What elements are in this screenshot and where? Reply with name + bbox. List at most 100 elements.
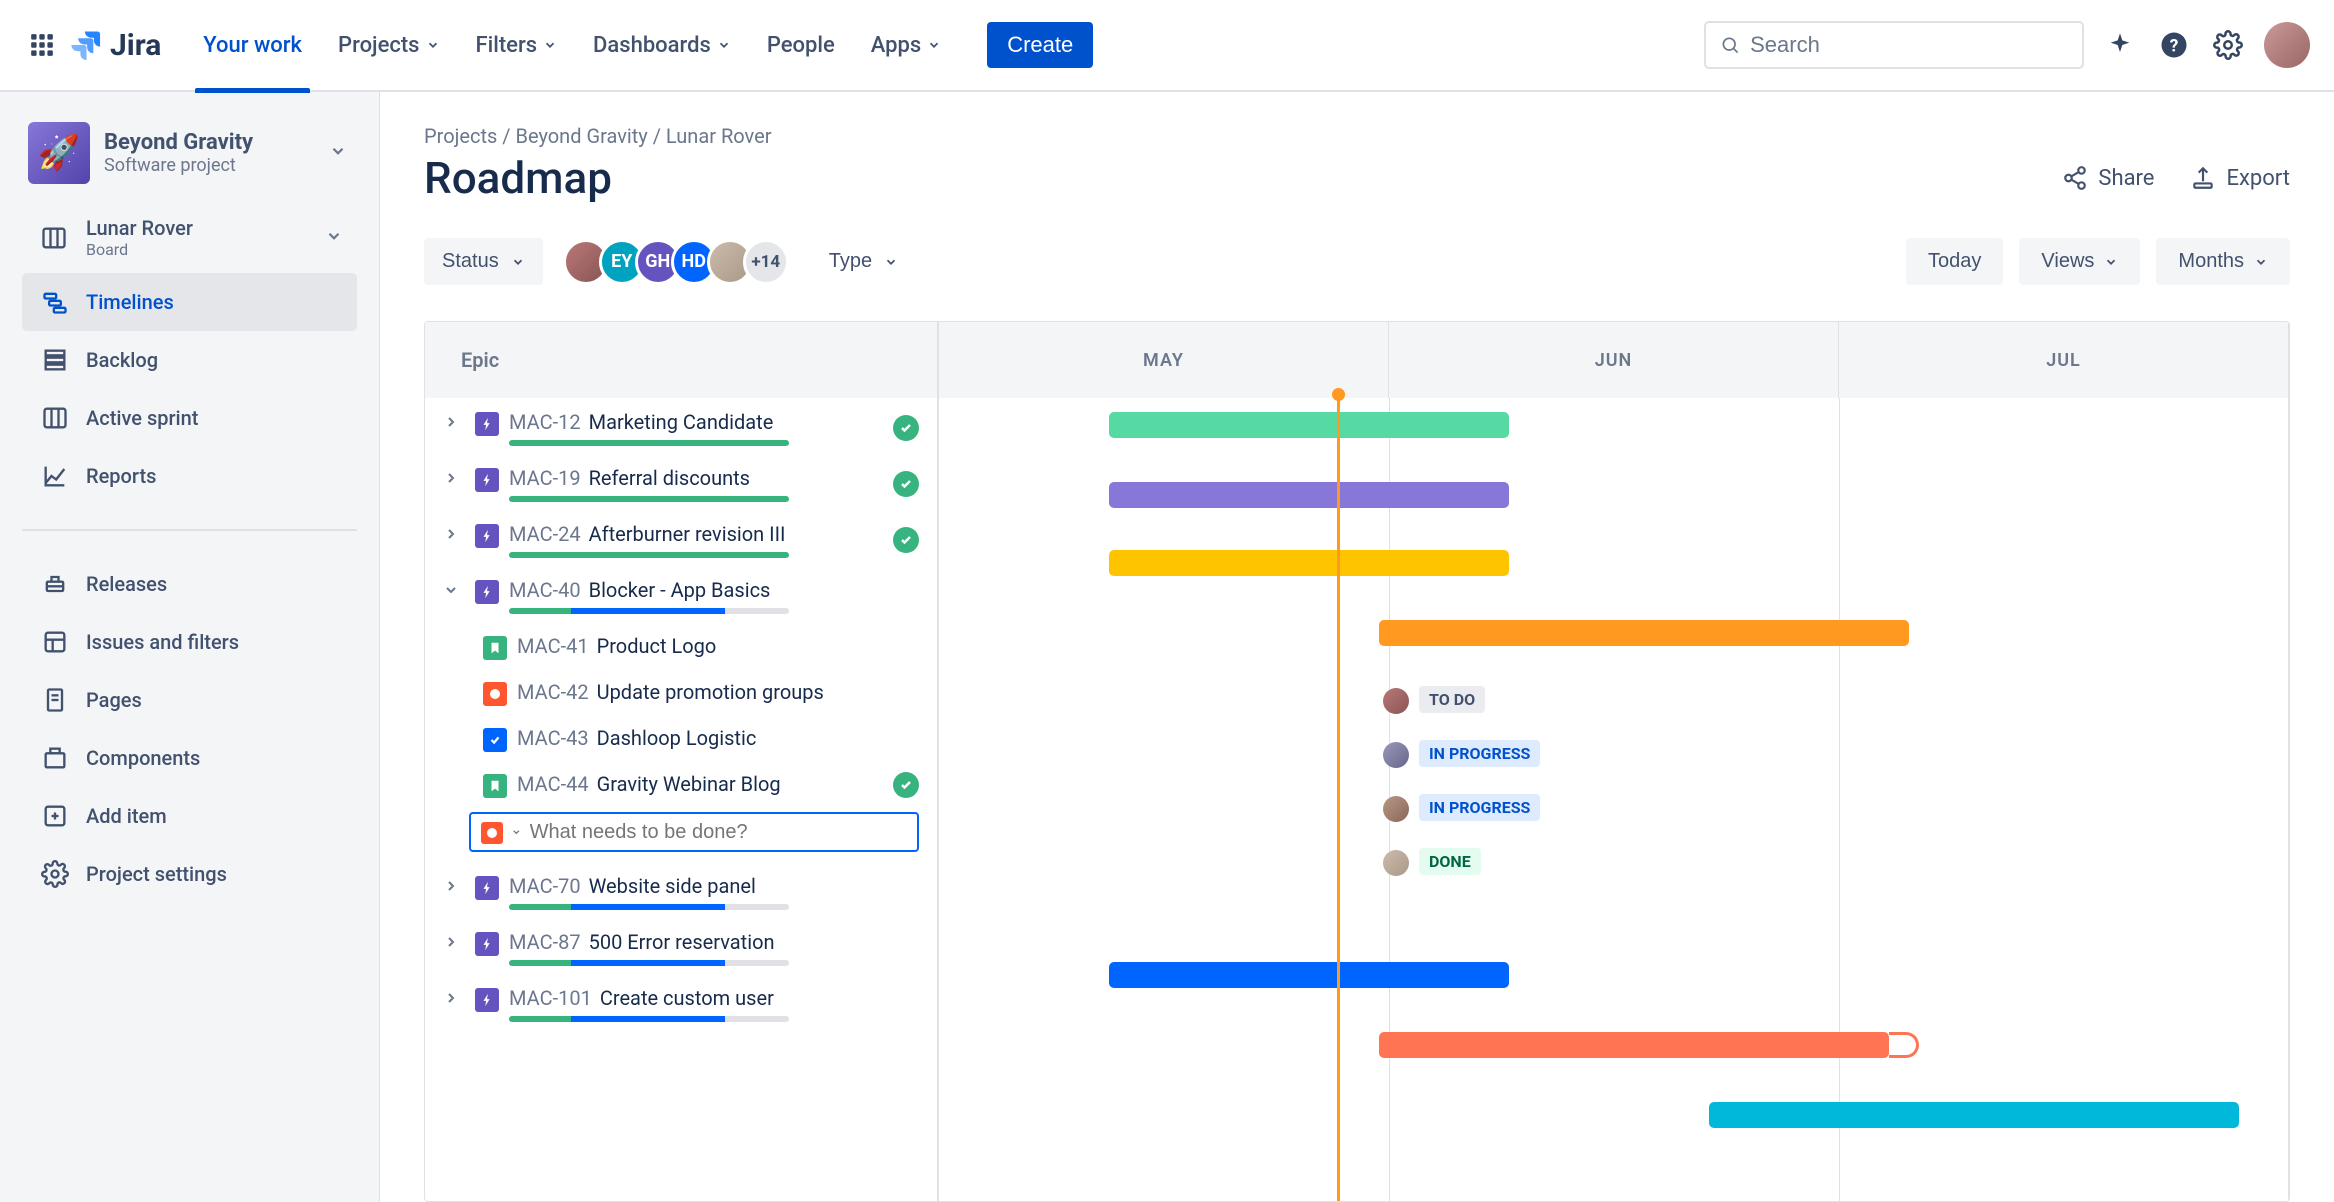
timeline-bar[interactable] (1379, 620, 1909, 646)
sidebar-issues-and-filters[interactable]: Issues and filters (22, 613, 357, 671)
assignee-avatar[interactable] (1383, 850, 1409, 876)
views-dropdown[interactable]: Views (2019, 238, 2140, 285)
issue-key[interactable]: MAC-24 (509, 522, 581, 546)
board-sub: Board (86, 240, 193, 259)
backlog-icon (40, 345, 70, 375)
add-icon (40, 801, 70, 831)
sidebar-timelines[interactable]: Timelines (22, 273, 357, 331)
sidebar-releases[interactable]: Releases (22, 555, 357, 613)
issue-title: Update promotion groups (597, 680, 824, 704)
timeline-bar[interactable] (1709, 1102, 2239, 1128)
nav-people[interactable]: People (749, 0, 853, 91)
chevron-down-icon (426, 38, 440, 52)
assignee-avatar[interactable] (1383, 742, 1409, 768)
nav-filters[interactable]: Filters (458, 0, 576, 91)
share-button[interactable]: Share (2062, 165, 2154, 191)
jira-logo-text: Jira (110, 28, 161, 63)
help-icon[interactable]: ? (2156, 27, 2192, 63)
expand-chevron-icon[interactable] (443, 470, 465, 490)
status-filter[interactable]: Status (424, 238, 543, 285)
nav-projects[interactable]: Projects (320, 0, 457, 91)
inline-create[interactable] (469, 812, 919, 852)
inline-create-input[interactable] (530, 821, 907, 844)
epic-row[interactable]: MAC-101 Create custom user (425, 974, 937, 1030)
ship-icon (40, 569, 70, 599)
sidebar-active-sprint[interactable]: Active sprint (22, 389, 357, 447)
timeline-bar[interactable] (1109, 962, 1509, 988)
issue-key[interactable]: MAC-44 (517, 772, 589, 796)
profile-avatar[interactable] (2264, 22, 2310, 68)
expand-chevron-icon[interactable] (443, 414, 465, 434)
sidebar-add-item[interactable]: Add item (22, 787, 357, 845)
type-filter[interactable]: Type (829, 250, 898, 273)
bug-icon (483, 682, 507, 706)
child-row[interactable]: MAC-42 Update promotion groups (425, 668, 937, 714)
issue-title: Product Logo (597, 634, 717, 658)
progress-bar (509, 1016, 789, 1022)
child-row[interactable]: MAC-41 Product Logo (425, 622, 937, 668)
export-button[interactable]: Export (2190, 165, 2290, 191)
zoom-dropdown[interactable]: Months (2156, 238, 2290, 285)
child-row[interactable]: MAC-43 Dashloop Logistic (425, 714, 937, 760)
expand-chevron-icon[interactable] (443, 878, 465, 898)
issue-key[interactable]: MAC-43 (517, 726, 589, 750)
assignee-filter[interactable]: EYGHHD+14 (563, 239, 789, 285)
month-header-cell: MAY (939, 322, 1389, 398)
epic-row[interactable]: MAC-12 Marketing Candidate (425, 398, 937, 454)
timeline-bar[interactable] (1109, 550, 1509, 576)
board-switcher[interactable]: Lunar Rover Board (22, 206, 357, 269)
expand-chevron-icon[interactable] (443, 582, 465, 602)
expand-chevron-icon[interactable] (443, 526, 465, 546)
sidebar-components[interactable]: Components (22, 729, 357, 787)
today-button[interactable]: Today (1906, 238, 2003, 285)
issue-key[interactable]: MAC-41 (517, 634, 589, 658)
assignee-avatar[interactable] (1383, 688, 1409, 714)
timeline-bar[interactable] (1109, 412, 1509, 438)
nav-apps[interactable]: Apps (853, 0, 959, 91)
expand-chevron-icon[interactable] (443, 990, 465, 1010)
issue-key[interactable]: MAC-40 (509, 578, 581, 602)
breadcrumb[interactable]: Projects / Beyond Gravity / Lunar Rover (424, 124, 2290, 148)
task-icon (483, 728, 507, 752)
notifications-icon[interactable] (2102, 27, 2138, 63)
chart-icon (40, 461, 70, 491)
project-name: Beyond Gravity (104, 130, 253, 155)
search-input[interactable] (1750, 32, 2068, 58)
epic-row[interactable]: MAC-24 Afterburner revision III (425, 510, 937, 566)
issue-key[interactable]: MAC-42 (517, 680, 589, 704)
sidebar-reports[interactable]: Reports (22, 447, 357, 505)
board-name: Lunar Rover (86, 216, 193, 240)
chevron-down-icon (511, 255, 525, 269)
epic-row[interactable]: MAC-19 Referral discounts (425, 454, 937, 510)
timeline-bar[interactable] (1109, 482, 1509, 508)
epic-row[interactable]: MAC-87 500 Error reservation (425, 918, 937, 974)
app-switcher-icon[interactable] (24, 27, 60, 63)
chevron-down-icon[interactable] (511, 826, 522, 838)
expand-chevron-icon[interactable] (443, 934, 465, 954)
settings-icon[interactable] (2210, 27, 2246, 63)
project-switcher[interactable]: 🚀 Beyond Gravity Software project (22, 118, 357, 202)
sidebar-project-settings[interactable]: Project settings (22, 845, 357, 903)
sidebar-backlog[interactable]: Backlog (22, 331, 357, 389)
epic-row[interactable]: MAC-40 Blocker - App Basics (425, 566, 937, 622)
issue-key[interactable]: MAC-87 (509, 930, 581, 954)
avatar-more[interactable]: +14 (743, 239, 789, 285)
chevron-down-icon (325, 227, 343, 249)
issue-key[interactable]: MAC-12 (509, 410, 581, 434)
chevron-down-icon (2104, 255, 2118, 269)
search-box[interactable] (1704, 21, 2084, 69)
sidebar-pages[interactable]: Pages (22, 671, 357, 729)
jira-logo[interactable]: Jira (68, 27, 161, 63)
child-row[interactable]: MAC-44 Gravity Webinar Blog (425, 760, 937, 806)
timeline-bar[interactable] (1379, 1032, 1889, 1058)
issue-key[interactable]: MAC-19 (509, 466, 581, 490)
epic-icon (475, 468, 499, 492)
create-button[interactable]: Create (987, 22, 1093, 68)
epic-row[interactable]: MAC-70 Website side panel (425, 862, 937, 918)
nav-your-work[interactable]: Your work (185, 0, 320, 91)
page-icon (40, 685, 70, 715)
issue-key[interactable]: MAC-70 (509, 874, 581, 898)
issue-key[interactable]: MAC-101 (509, 986, 592, 1010)
nav-dashboards[interactable]: Dashboards (575, 0, 749, 91)
assignee-avatar[interactable] (1383, 796, 1409, 822)
